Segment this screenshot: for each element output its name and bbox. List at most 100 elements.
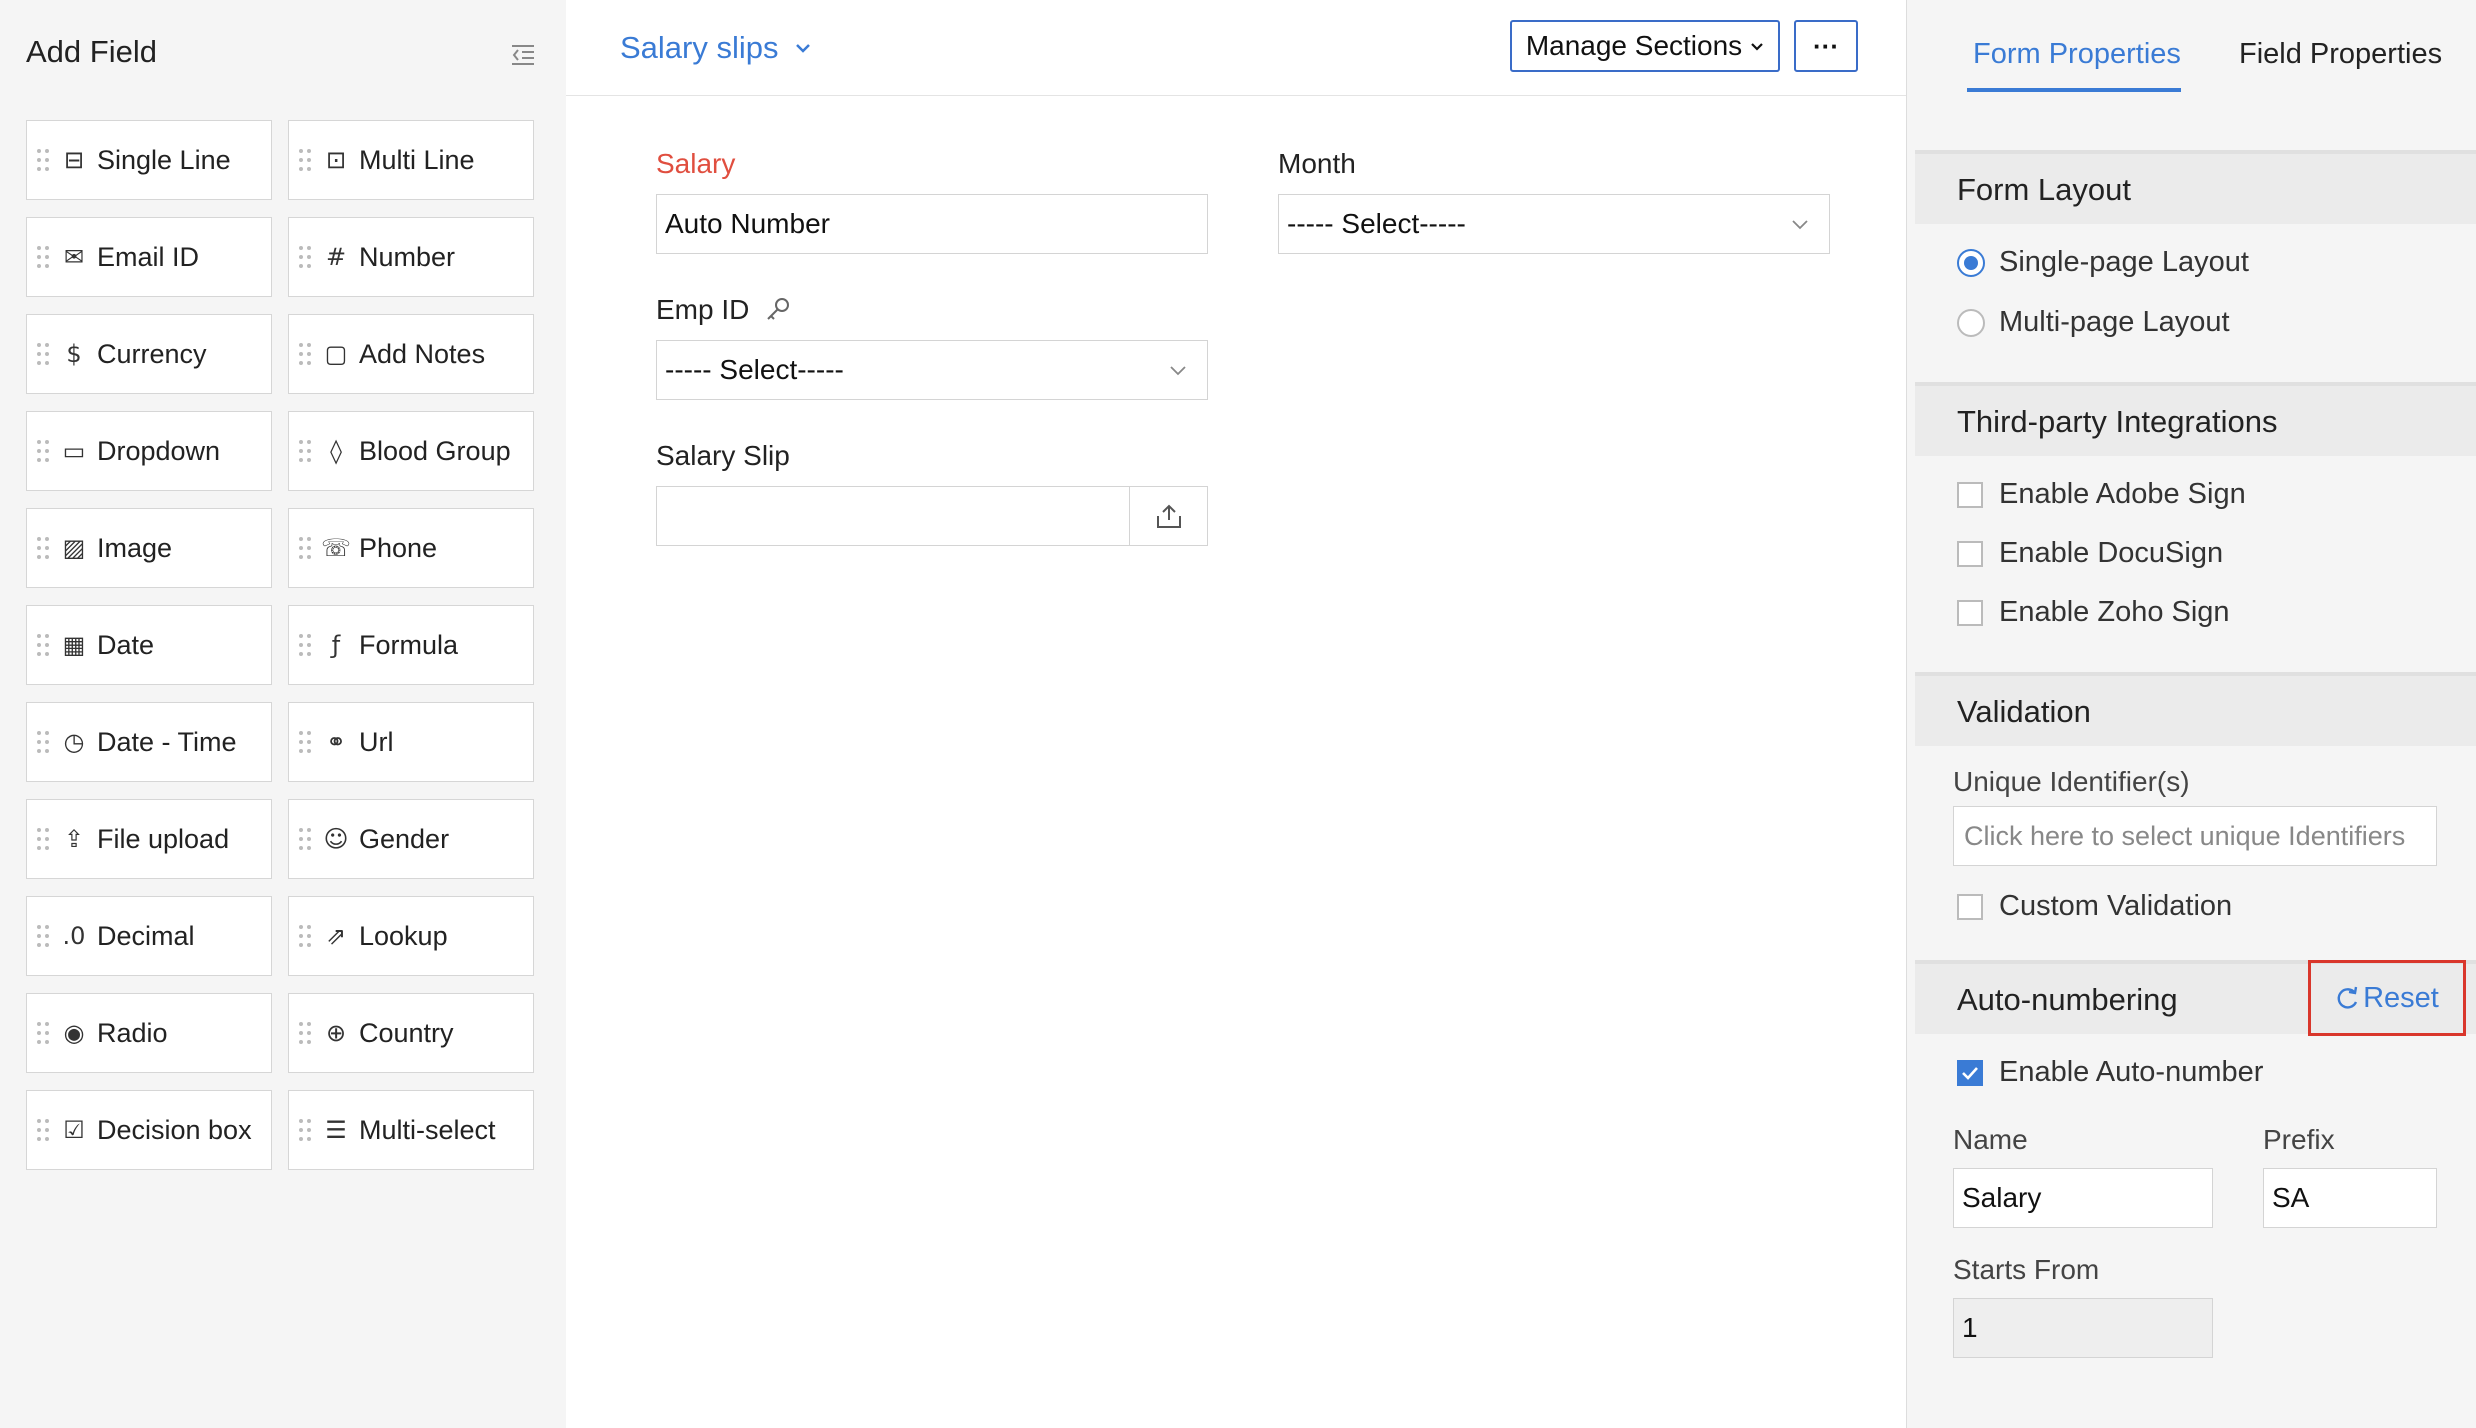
field-tile-label: Currency	[97, 338, 207, 369]
drag-handle-icon[interactable]	[37, 826, 51, 852]
upload-icon	[1156, 504, 1181, 528]
field-tile-file-upload[interactable]: ⇪ File upload	[26, 799, 272, 879]
multi-page-layout-option[interactable]: Multi-page Layout	[1957, 306, 2230, 339]
field-tile-add-notes[interactable]: ▢ Add Notes	[288, 314, 534, 394]
properties-panel: Form Properties Field Properties Form La…	[1906, 0, 2476, 1428]
field-tile-label: Single Line	[97, 144, 231, 175]
drag-handle-icon[interactable]	[299, 729, 313, 755]
salary-slip-upload-field[interactable]	[656, 486, 1208, 546]
single-page-layout-option[interactable]: Single-page Layout	[1957, 246, 2249, 279]
auto-number-prefix-label: Prefix	[2263, 1124, 2335, 1155]
drag-handle-icon[interactable]	[299, 244, 313, 270]
field-tile-formula[interactable]: ƒ Formula	[288, 605, 534, 685]
drag-handle-icon[interactable]	[37, 632, 51, 658]
field-tile-gender[interactable]: ☺ Gender	[288, 799, 534, 879]
drag-handle-icon[interactable]	[37, 341, 51, 367]
key-icon	[767, 298, 790, 320]
image-icon: ▨	[62, 534, 86, 562]
field-tile-email-id[interactable]: ✉ Email ID	[26, 217, 272, 297]
number-icon: #	[325, 243, 347, 271]
field-tile-phone[interactable]: ☏ Phone	[288, 508, 534, 588]
refresh-icon	[2337, 986, 2358, 1009]
checkbox-checked-icon	[1957, 1059, 1983, 1086]
auto-number-name-input[interactable]: Salary	[1953, 1168, 2213, 1228]
unique-identifiers-input[interactable]: Click here to select unique Identifiers	[1953, 806, 2437, 866]
form-name-dropdown[interactable]: Salary slips	[620, 30, 811, 66]
notes-icon: ▢	[324, 340, 348, 368]
enable-docusign-option[interactable]: Enable DocuSign	[1957, 537, 2223, 570]
drag-handle-icon[interactable]	[299, 341, 313, 367]
auto-number-name-label: Name	[1953, 1124, 2028, 1155]
salary-slip-field-label: Salary Slip	[656, 440, 790, 471]
field-tile-label: Image	[97, 532, 173, 563]
month-field-select[interactable]: ----- Select-----	[1278, 194, 1830, 254]
field-tile-label: Decimal	[97, 920, 195, 951]
field-tile-image[interactable]: ▨ Image	[26, 508, 272, 588]
drag-handle-icon[interactable]	[37, 729, 51, 755]
auto-numbering-title: Auto-numbering	[1957, 982, 2178, 1017]
field-tile-decision-box[interactable]: ☑ Decision box	[26, 1090, 272, 1170]
field-tile-blood-group[interactable]: ◊ Blood Group	[288, 411, 534, 491]
drag-handle-icon[interactable]	[37, 244, 51, 270]
field-tile-decimal[interactable]: .0 Decimal	[26, 896, 272, 976]
drag-handle-icon[interactable]	[299, 147, 313, 173]
drag-handle-icon[interactable]	[37, 1117, 51, 1143]
tab-field-properties[interactable]: Field Properties	[2239, 38, 2442, 71]
upload-button[interactable]	[1129, 487, 1207, 545]
drag-handle-icon[interactable]	[37, 1020, 51, 1046]
drag-handle-icon[interactable]	[299, 1020, 313, 1046]
enable-auto-number-option[interactable]: Enable Auto-number	[1957, 1056, 2263, 1089]
drag-handle-icon[interactable]	[299, 826, 313, 852]
validation-title: Validation	[1957, 694, 2091, 729]
tab-form-properties[interactable]: Form Properties	[1973, 38, 2181, 71]
field-tile-dropdown[interactable]: ▭ Dropdown	[26, 411, 272, 491]
form-builder-canvas: Salary slips Manage Sections ··· Salary …	[566, 0, 1906, 1428]
add-field-title: Add Field	[26, 34, 157, 69]
field-tile-lookup[interactable]: ⇗ Lookup	[288, 896, 534, 976]
field-tile-country[interactable]: ⊕ Country	[288, 993, 534, 1073]
unique-identifiers-label: Unique Identifier(s)	[1953, 766, 2190, 797]
checkbox-icon	[1957, 599, 1983, 626]
drag-handle-icon[interactable]	[37, 438, 51, 464]
emp-id-label-text: Emp ID	[656, 294, 750, 325]
month-select-value: ----- Select-----	[1287, 208, 1466, 239]
field-tile-number[interactable]: # Number	[288, 217, 534, 297]
field-tile-single-line[interactable]: ⊟ Single Line	[26, 120, 272, 200]
multi-page-layout-label: Multi-page Layout	[1999, 306, 2230, 338]
manage-sections-button[interactable]: Manage Sections	[1510, 20, 1780, 72]
enable-adobe-sign-option[interactable]: Enable Adobe Sign	[1957, 478, 2246, 511]
field-tile-currency[interactable]: $ Currency	[26, 314, 272, 394]
drag-handle-icon[interactable]	[37, 535, 51, 561]
drag-handle-icon[interactable]	[299, 535, 313, 561]
drag-handle-icon[interactable]	[299, 1117, 313, 1143]
drag-handle-icon[interactable]	[299, 438, 313, 464]
field-tile-label: Radio	[97, 1017, 168, 1048]
drag-handle-icon[interactable]	[299, 632, 313, 658]
more-options-button[interactable]: ···	[1794, 20, 1858, 72]
field-tile-label: Formula	[359, 629, 459, 660]
custom-validation-option[interactable]: Custom Validation	[1957, 890, 2232, 923]
field-tile-url[interactable]: ⚭ Url	[288, 702, 534, 782]
field-tile-date[interactable]: ▦ Date	[26, 605, 272, 685]
single-line-icon: ⊟	[63, 146, 85, 174]
globe-icon: ⊕	[325, 1019, 347, 1047]
enable-zoho-sign-option[interactable]: Enable Zoho Sign	[1957, 596, 2230, 629]
collapse-panel-icon[interactable]	[508, 40, 538, 70]
radio-selected-icon	[1957, 248, 1985, 277]
salary-field-input[interactable]: Auto Number	[656, 194, 1208, 254]
decimal-icon: .0	[62, 922, 86, 950]
blood-drop-icon: ◊	[330, 437, 342, 465]
field-tile-radio[interactable]: ◉ Radio	[26, 993, 272, 1073]
field-tile-label: Date	[97, 629, 155, 660]
drag-handle-icon[interactable]	[37, 147, 51, 173]
field-tile-multi-select[interactable]: ☰ Multi-select	[288, 1090, 534, 1170]
drag-handle-icon[interactable]	[299, 923, 313, 949]
reset-button[interactable]: Reset	[2308, 960, 2466, 1036]
field-tile-date-time[interactable]: ◷ Date - Time	[26, 702, 272, 782]
emp-id-field-select[interactable]: ----- Select-----	[656, 340, 1208, 400]
drag-handle-icon[interactable]	[37, 923, 51, 949]
starts-from-input[interactable]: 1	[1953, 1298, 2213, 1358]
field-tile-label: Dropdown	[97, 435, 221, 466]
field-tile-multi-line[interactable]: ⊡ Multi Line	[288, 120, 534, 200]
auto-number-prefix-input[interactable]: SA	[2263, 1168, 2437, 1228]
